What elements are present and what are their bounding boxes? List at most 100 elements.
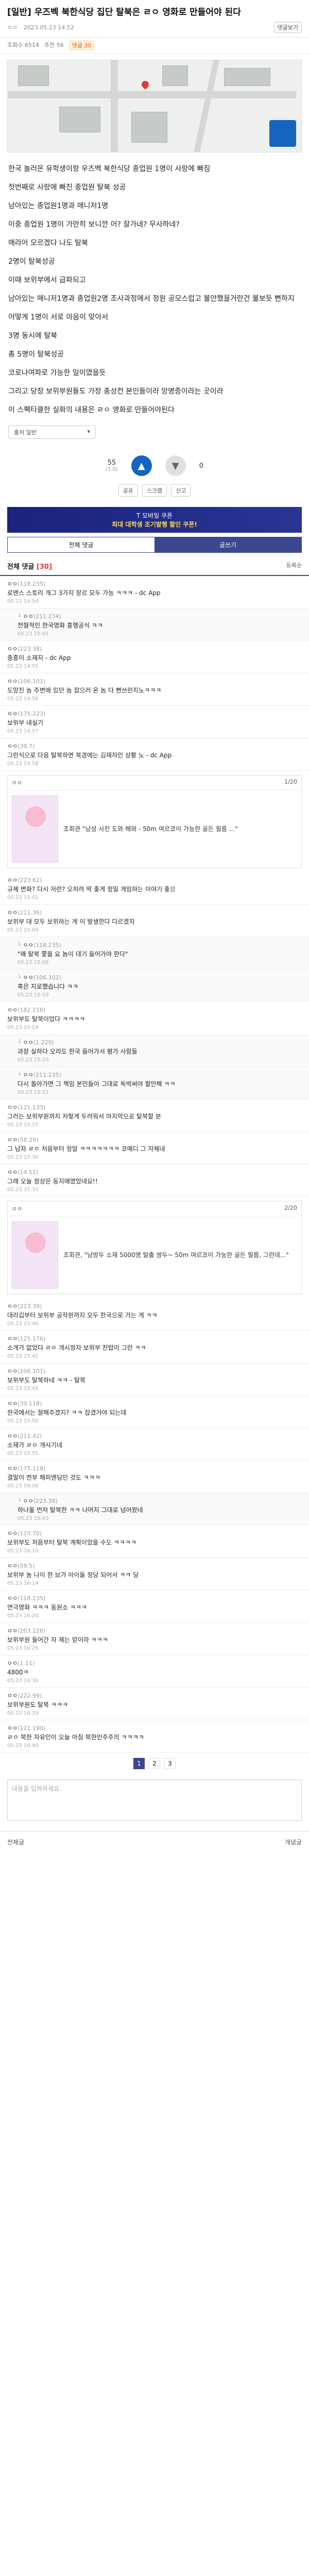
page-2[interactable]: 2 (149, 1758, 160, 1769)
tab-write[interactable]: 글쓰기 (154, 537, 301, 552)
image-thumbnail[interactable] (12, 1222, 58, 1289)
comment-text: 중흥이 소재지 - dc App (7, 654, 71, 662)
comment-text: 보위부 놈 나이 한 보가 아이들 정당 되어서 ㅋㅋ 딩 (7, 1571, 139, 1579)
comment-nick[interactable]: ㅇㅇ(203.226) (7, 1626, 302, 1635)
article-paragraph: 이 스펙타클한 실화의 내용은 ㄹㅇ 영화로 만들어야된다 (8, 406, 175, 414)
comment-view-button[interactable]: 댓글보기 (273, 22, 302, 33)
comment-nick[interactable]: ㅇㅇ(182.216) (7, 1006, 302, 1014)
reply-arrow-icon: └ (18, 613, 21, 620)
comment-item: ㅇㅇ(121.133) 그러는 보위부원까지 저렇게 두려워서 마지막으로 탈북할… (0, 1099, 309, 1132)
post-title: [일반] 우즈벡 북한식당 집단 탈북은 ㄹㅇ 영화로 만들어야 된다 (7, 7, 241, 18)
upvote-sub: (1.0) (106, 467, 118, 472)
comment-nick[interactable]: ㅇㅇ(223.39) (7, 1302, 302, 1310)
post-header: [일반] 우즈벡 북한식당 집단 탈북은 ㄹㅇ 영화로 만들어야 된다 ㅇㅇ 2… (0, 0, 309, 38)
comment-author: ㅇㅇ (7, 1660, 18, 1667)
comment-date: 05.23 16:14 (7, 1581, 39, 1586)
comment-nick[interactable]: ㅇㅇ(59.5) (7, 1562, 302, 1570)
ad-line1: T 모바일 쿠폰 (136, 512, 173, 519)
comment-ip: (182.216) (18, 1007, 46, 1013)
image-comment-card[interactable]: ㅇㅇ 2/20 조회관, "남방두 소재 5000명 탈출 쌍두~ 50m 여르코이… (7, 1201, 302, 1294)
comment-nick[interactable]: └ ㅇㅇ(106.102) (18, 973, 302, 981)
comment-date: 05.23 15:20 (18, 1057, 49, 1063)
comment-nick[interactable]: ㅇㅇ(125.176) (7, 1334, 302, 1343)
downvote-button[interactable]: ▼ (165, 455, 186, 476)
comment-nick[interactable]: ㅇㅇ(222.99) (7, 1691, 302, 1700)
comments-count: [30] (36, 563, 52, 571)
upvote-button[interactable]: ▲ (131, 455, 152, 476)
comment-ip: (59.5) (18, 1563, 35, 1569)
comment-nick[interactable]: ㅇㅇ(1.11) (7, 1659, 302, 1667)
comment-date: 05.23 15:30 (7, 1155, 39, 1160)
comment-nick[interactable]: ㅇㅇ(118.235) (7, 580, 302, 588)
scrap-button[interactable]: 스크랩 (142, 484, 167, 497)
image-comment-card[interactable]: ㅇㅇ 1/20 조회관 "남성 사진 도와 해와 - 50m 여르코이 가능한 골든… (7, 775, 302, 868)
comment-text: 규제 변화? 다시 저런? 오히려 딱 좋게 정밀 게임하는 이야기 좋으 (7, 886, 176, 893)
comment-nick[interactable]: ㅇㅇ(175.223) (7, 709, 302, 718)
post-author[interactable]: ㅇㅇ (7, 24, 18, 31)
comment-nick[interactable]: ㅇㅇ(175.118) (7, 1464, 302, 1472)
comment-nick[interactable]: ㅇㅇ(106.101) (7, 1367, 302, 1375)
recommend-count: 추천 56 (44, 42, 64, 48)
comment-nick[interactable]: ㅇㅇ(223.62) (7, 876, 302, 884)
comment-author: ㅇㅇ (7, 1465, 18, 1472)
comment-nick[interactable]: ㅇㅇ(39.118) (7, 1399, 302, 1408)
comment-text: 결말이 전부 해피엔딩인 것도 ㅋㅋㅋ (7, 1474, 100, 1481)
comment-date: 05.23 15:01 (18, 631, 49, 637)
comment-nick[interactable]: ㅇㅇ(121.190) (7, 1724, 302, 1732)
comment-nick[interactable]: └ ㅇㅇ(211.235) (18, 1071, 302, 1079)
post-date: 2023.05.23 14:52 (23, 24, 74, 31)
comment-input[interactable]: 내용을 입력하세요. (7, 1780, 302, 1821)
comments-sort[interactable]: 등록순 (286, 561, 302, 571)
comment-nick[interactable]: ㅇㅇ(223.38) (7, 645, 302, 653)
comment-nick[interactable]: ㅇㅇ(211.36) (7, 908, 302, 917)
comment-author: ㅇㅇ (7, 877, 18, 884)
comment-ip: (175.118) (18, 1465, 46, 1472)
report-button[interactable]: 신고 (171, 484, 191, 497)
image-caption: 조회관 "남성 사진 도와 해와 - 50m 여르코이 가능한 골든 필름 ..… (63, 825, 238, 833)
source-tag[interactable]: 출처 일반 ▾ (8, 426, 96, 439)
article-paragraph: 매라어 모르겠다 나도 탈북 (8, 239, 89, 247)
comment-item: ㅇㅇ(125.176) 소개가 없었다 ㄹㅇ 개시정자 보위부 찬밥이 그런 ㅋㅋ… (0, 1331, 309, 1363)
comment-nick[interactable]: ㅇㅇ(211.42) (7, 1432, 302, 1440)
comment-ip: (106.101) (18, 678, 46, 685)
share-button[interactable]: 공유 (118, 484, 138, 497)
comment-nick[interactable]: └ ㅇㅇ(211.234) (18, 612, 302, 620)
comment-nick[interactable]: └ ㅇㅇ(1.220) (18, 1038, 302, 1046)
tab-all-comments[interactable]: 전체 댓글 (8, 537, 154, 552)
comment-author: ㅇㅇ (7, 646, 18, 652)
comment-item: ㅇㅇ(121.190) ㄹㅇ 북한 자유인이 오늘 아침 북한민주주의 ㅋㅋㅋㅋ 0… (0, 1720, 309, 1753)
comment-author: ㅇㅇ (7, 909, 18, 916)
comment-nick[interactable]: ㅇㅇ(118.235) (7, 1594, 302, 1602)
comment-nick[interactable]: ㅇㅇ(58.29) (7, 1136, 302, 1144)
article-paragraph: 코로나여파로 가능한 일이였을듯 (8, 369, 106, 377)
map-pin-icon (140, 79, 150, 90)
comment-nick[interactable]: ㅇㅇ(39.7) (7, 742, 302, 750)
comment-date: 05.23 14:55 (7, 664, 39, 669)
page-1[interactable]: 1 (133, 1758, 145, 1769)
comment-author: ㅇㅇ (23, 1498, 33, 1504)
comment-author: ㅇㅇ (7, 1368, 18, 1375)
page-3[interactable]: 3 (164, 1758, 176, 1769)
image-card-page: 2/20 (284, 1205, 297, 1211)
comment-count-badge[interactable]: 댓글 30 (68, 41, 95, 50)
comment-ip: (125.176) (18, 1335, 46, 1342)
comment-reply: └ ㅇㅇ(106.102) 혹은 지로했습니다 ㅋㅋ 05.23 15:10 (0, 970, 309, 1002)
all-posts-link[interactable]: 전체글 (7, 1838, 24, 1846)
ad-line2: 최대 대학생 조기발행 할인 쿠폰! (112, 521, 197, 528)
comment-nick[interactable]: └ ㅇㅇ(223.38) (18, 1497, 302, 1505)
comment-nick[interactable]: └ ㅇㅇ(118.235) (18, 941, 302, 949)
comment-item: ㅇㅇ(118.235) 로맨스 스토리 개그 3가지 장르 모두 가능 ㅋㅋㅋ -… (0, 576, 309, 608)
comment-text: 보위부원 들어간 자 제는 맏이라 ㅋㅋㅋ (7, 1636, 108, 1643)
comment-text: 대리깁부터 보위부 공작원까지 모두 한국으로 가는 게 ㅋㅋ (7, 1312, 158, 1319)
comment-author: ㅇㅇ (7, 1169, 18, 1176)
comment-nick[interactable]: ㅇㅇ(110.70) (7, 1529, 302, 1537)
ad-banner[interactable]: T 모바일 쿠폰 최대 대학생 조기발행 할인 쿠폰! (7, 507, 302, 533)
comment-nick[interactable]: ㅇㅇ(106.101) (7, 677, 302, 685)
image-thumbnail[interactable] (12, 795, 58, 862)
comment-ip: (121.133) (18, 1104, 46, 1111)
comment-nick[interactable]: ㅇㅇ(14.52) (7, 1168, 302, 1176)
comment-nick[interactable]: ㅇㅇ(121.133) (7, 1103, 302, 1111)
comment-text: 로맨스 스토리 개그 3가지 장르 모두 가능 ㅋㅋㅋ - dc App (7, 589, 161, 597)
best-posts-link[interactable]: 개념글 (285, 1838, 302, 1846)
chevron-down-icon: ▾ (87, 428, 90, 435)
